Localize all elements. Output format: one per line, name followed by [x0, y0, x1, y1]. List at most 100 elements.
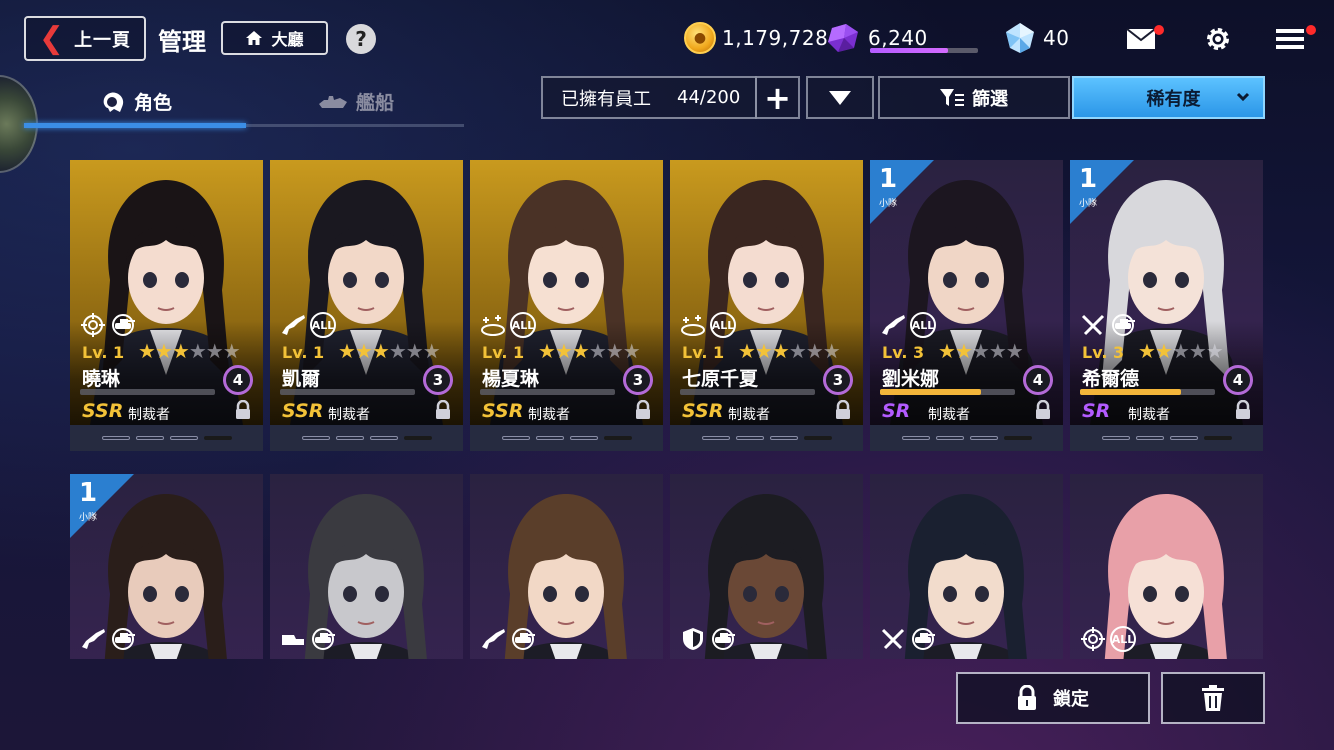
character-name: 曉琳 [82, 368, 121, 390]
star-rating: ★★★★★ [938, 339, 1024, 363]
character-card[interactable] [870, 474, 1063, 659]
star-filled-icon: ★ [154, 339, 173, 363]
exp-bar [1080, 389, 1215, 395]
rank-badge: 3 [423, 365, 453, 395]
star-empty-icon: ★ [822, 339, 841, 363]
gold-coin-icon: ● [684, 22, 716, 54]
menu-button[interactable] [1272, 22, 1316, 56]
trash-icon [1202, 685, 1224, 711]
plus-icon: + [764, 78, 791, 117]
help-button[interactable]: ? [346, 24, 376, 54]
page-dot [1135, 436, 1164, 440]
star-empty-icon: ★ [1188, 339, 1207, 363]
exp-bar [480, 389, 615, 395]
card-page-dots [270, 425, 463, 451]
character-card[interactable] [270, 474, 463, 659]
lobby-button-label: 大廳 [271, 30, 304, 49]
gem-value: 6,240 [868, 26, 928, 50]
rank-badge: 4 [1223, 365, 1253, 395]
owned-employee-counter: 已擁有員工 44/200 [541, 76, 757, 119]
tank-icon [310, 626, 336, 652]
page-dot [403, 436, 432, 440]
star-filled-icon: ★ [338, 339, 356, 363]
page-dot [935, 436, 964, 440]
tank-icon [110, 626, 136, 652]
sort-rarity-button[interactable]: 稀有度 [1072, 76, 1265, 119]
owned-label: 已擁有員工 [561, 88, 651, 110]
character-card[interactable]: 1 小隊 [70, 474, 263, 659]
rarity-label: SR [882, 400, 911, 422]
role-icons [1080, 312, 1136, 338]
owned-count: 44/200 [677, 87, 741, 108]
swords-icon [1080, 312, 1106, 338]
role-icons [80, 626, 136, 652]
character-card[interactable] [670, 474, 863, 659]
lobby-button[interactable]: 大廳 [221, 21, 328, 55]
star-empty-icon: ★ [205, 339, 224, 363]
star-filled-icon: ★ [371, 339, 390, 363]
role-icons [880, 626, 936, 652]
character-card[interactable]: 1 小隊 Lv. 3 ★★★★★ 希爾德 4 SR 制裁者 [1070, 160, 1263, 451]
gun-icon [80, 626, 106, 652]
tab-ships[interactable]: 艦船 [318, 88, 394, 115]
rank-badge: 4 [1023, 365, 1053, 395]
page-dot [101, 436, 130, 440]
rank-badge: 3 [823, 365, 853, 395]
rarity-label: SSR [682, 400, 724, 422]
star-rating: ★★★★★ [1138, 339, 1224, 363]
character-card[interactable]: Lv. 1 ★★★★★★ 曉琳 4 SSR 制裁者 [70, 160, 263, 451]
character-name: 劉米娜 [882, 368, 940, 390]
role-icons: ALL [1080, 626, 1136, 652]
role-icons [480, 626, 536, 652]
character-card[interactable]: ALL Lv. 1 ★★★★★★ 凱爾 3 SSR 制裁者 [270, 160, 463, 451]
page-dot [1101, 436, 1130, 440]
role-icons [680, 626, 736, 652]
diamond-icon [1006, 23, 1034, 53]
gun-icon [480, 626, 506, 652]
character-card[interactable]: ALL [1070, 474, 1263, 659]
star-empty-icon: ★ [971, 339, 990, 363]
star-rating: ★★★★★★ [338, 339, 441, 363]
target-icon [80, 312, 106, 338]
role-icons [80, 312, 136, 338]
all-range-icon: ALL [1110, 626, 1136, 652]
gear-icon [1207, 28, 1229, 50]
page-dot [301, 436, 330, 440]
card-page-dots [70, 425, 263, 451]
character-card[interactable]: ALL Lv. 1 ★★★★★★ 七原千夏 3 SSR 制裁者 [670, 160, 863, 451]
notification-dot [1154, 25, 1164, 35]
star-filled-icon: ★ [738, 339, 756, 363]
settings-button[interactable] [1200, 22, 1236, 56]
star-empty-icon: ★ [588, 339, 607, 363]
page-dot [203, 436, 232, 440]
mail-button[interactable] [1123, 22, 1164, 56]
character-card[interactable] [470, 474, 663, 659]
star-empty-icon: ★ [1205, 339, 1224, 363]
star-filled-icon: ★ [954, 339, 973, 363]
add-slot-button[interactable]: + [755, 76, 800, 119]
rarity-label: SSR [482, 400, 524, 422]
page-dot [135, 436, 164, 440]
mail-icon [1126, 28, 1156, 49]
triangle-down-icon [829, 90, 851, 105]
character-name: 希爾德 [1082, 368, 1140, 390]
delete-button[interactable] [1161, 672, 1265, 724]
role-icons: ALL [680, 312, 736, 338]
lock-button[interactable]: 鎖定 [956, 672, 1150, 724]
tab-characters[interactable]: 角色 [100, 88, 172, 115]
diamond-currency: 40 [1003, 22, 1069, 54]
all-range-icon: ALL [310, 312, 336, 338]
page-dot [969, 436, 998, 440]
character-card[interactable]: ALL Lv. 1 ★★★★★★ 楊夏琳 3 SSR 制裁者 [470, 160, 663, 451]
character-card[interactable]: 1 小隊 ALL Lv. 3 ★★★★★ 劉米娜 4 SR 制裁者 [870, 160, 1063, 451]
star-empty-icon: ★ [405, 339, 424, 363]
page-dot [369, 436, 398, 440]
gold-value: 1,179,728 [722, 26, 829, 50]
chevron-left-icon: ❮ [38, 20, 65, 56]
sort-order-dropdown[interactable] [806, 76, 874, 119]
star-rating: ★★★★★★ [138, 339, 241, 363]
card-page-dots [1070, 425, 1263, 451]
back-button[interactable]: ❮ 上一頁 [24, 16, 146, 61]
all-range-icon: ALL [710, 312, 736, 338]
filter-button[interactable]: 篩選 [878, 76, 1070, 119]
